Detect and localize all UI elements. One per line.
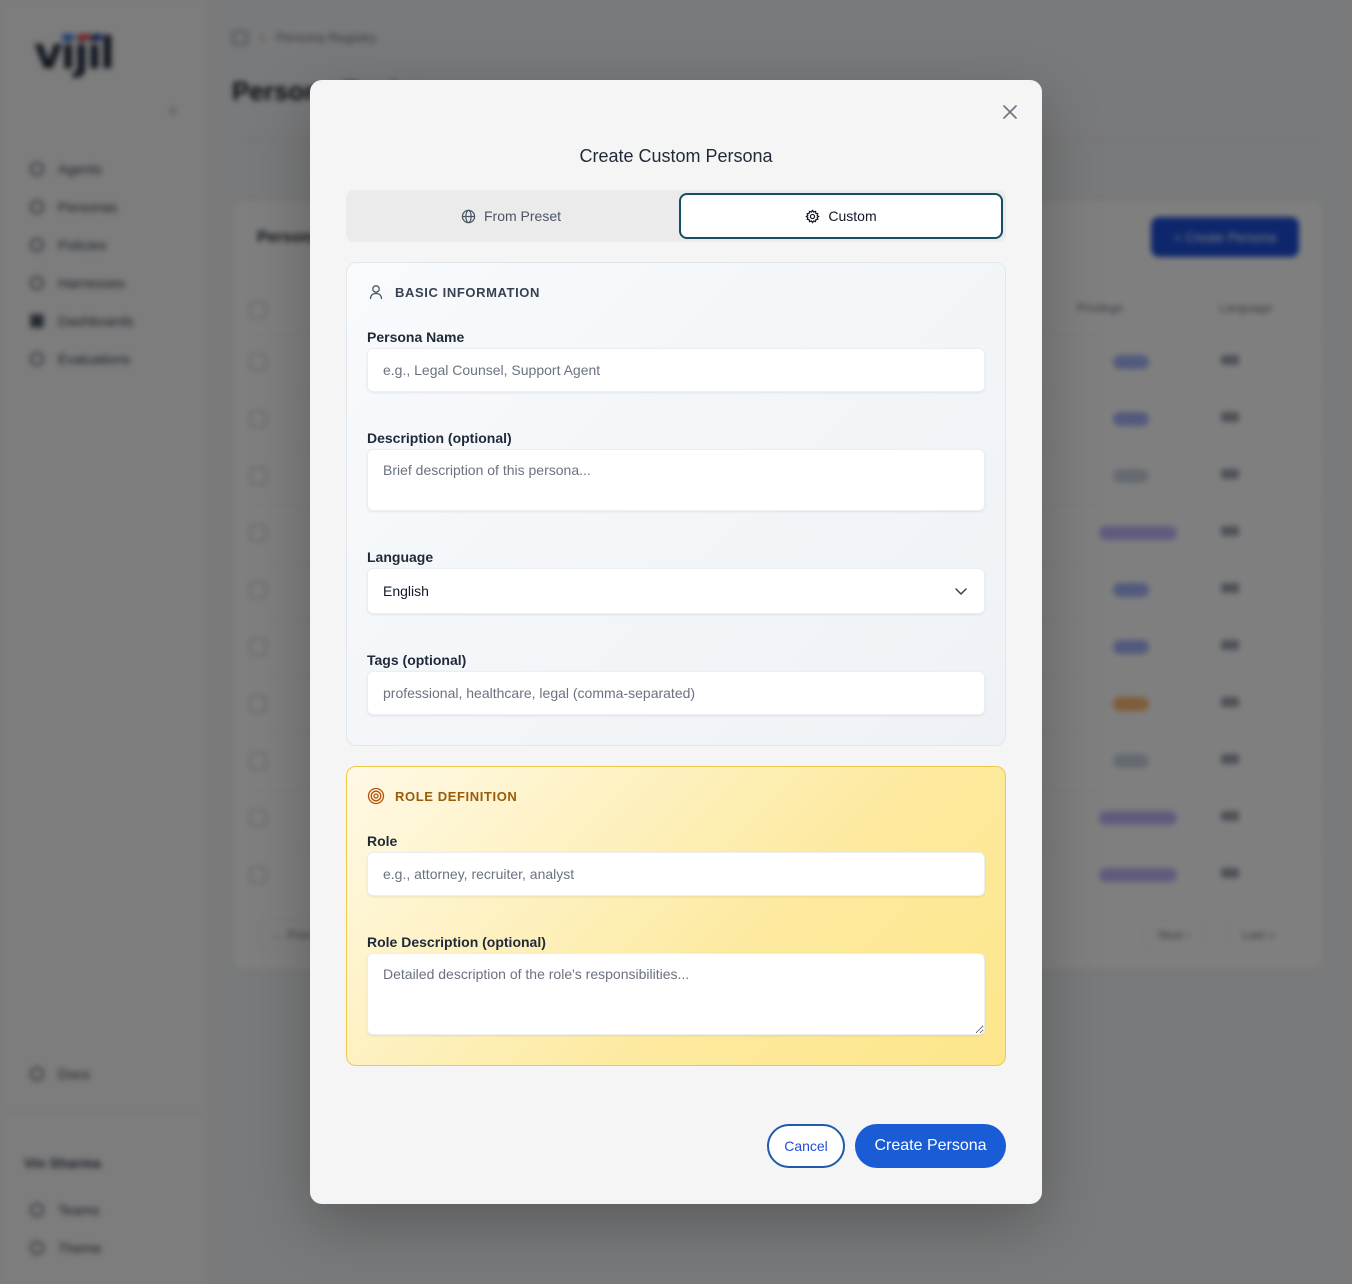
role-definition-section: ROLE DEFINITION Role Role Description (o… [346, 766, 1006, 1066]
tab-custom-label: Custom [828, 208, 877, 224]
create-persona-submit-button[interactable]: Create Persona [855, 1124, 1006, 1168]
tags-input[interactable] [367, 671, 985, 715]
role-description-textarea[interactable] [367, 953, 985, 1035]
language-label: Language [367, 549, 434, 565]
description-textarea[interactable] [367, 449, 985, 511]
tab-custom[interactable]: Custom [679, 193, 1003, 239]
language-select[interactable]: English [367, 568, 985, 614]
role-definition-heading: ROLE DEFINITION [367, 787, 517, 805]
role-label: Role [367, 833, 398, 849]
basic-information-section: BASIC INFORMATION Persona Name Descripti… [346, 262, 1006, 746]
cancel-button[interactable]: Cancel [767, 1124, 845, 1168]
role-description-label: Role Description (optional) [367, 934, 546, 950]
persona-source-tabs: From Preset Custom [346, 190, 1006, 242]
persona-name-input[interactable] [367, 348, 985, 392]
create-persona-modal: Create Custom Persona From Preset Custom… [310, 80, 1042, 1204]
chevron-down-icon [955, 588, 967, 595]
basic-information-heading: BASIC INFORMATION [367, 283, 540, 301]
target-icon [367, 787, 385, 805]
role-input[interactable] [367, 852, 985, 896]
persona-name-label: Persona Name [367, 329, 465, 345]
user-icon [369, 285, 383, 300]
modal-title: Create Custom Persona [579, 146, 773, 166]
language-selected-value: English [383, 583, 429, 599]
gear-icon [805, 208, 821, 224]
description-label: Description (optional) [367, 430, 512, 446]
tab-from-preset[interactable]: From Preset [346, 190, 676, 242]
globe-icon [461, 209, 476, 223]
tab-from-preset-label: From Preset [483, 208, 561, 224]
close-icon[interactable] [1000, 102, 1020, 122]
tags-label: Tags (optional) [367, 652, 467, 668]
